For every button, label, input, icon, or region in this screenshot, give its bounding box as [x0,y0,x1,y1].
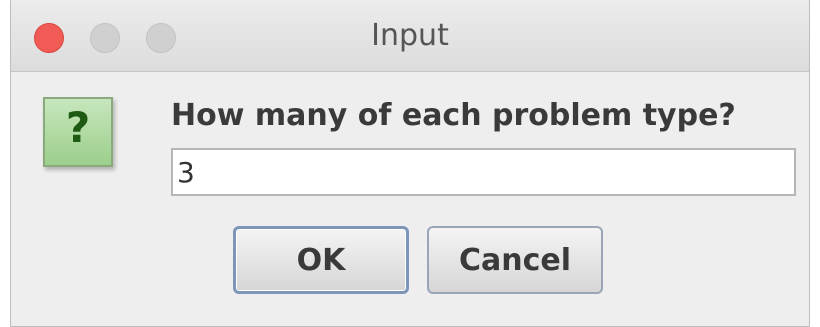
question-icon: ? [43,97,113,167]
title-bar[interactable]: Input [11,0,809,72]
cancel-button[interactable]: Cancel [427,226,603,294]
window-title: Input [371,18,449,53]
question-mark-glyph: ? [65,103,91,152]
ok-button[interactable]: OK [233,226,409,294]
answer-input[interactable] [171,148,796,196]
dialog-prompt: How many of each problem type? [171,98,736,133]
input-dialog-window: Input ? How many of each problem type? O… [10,0,810,327]
